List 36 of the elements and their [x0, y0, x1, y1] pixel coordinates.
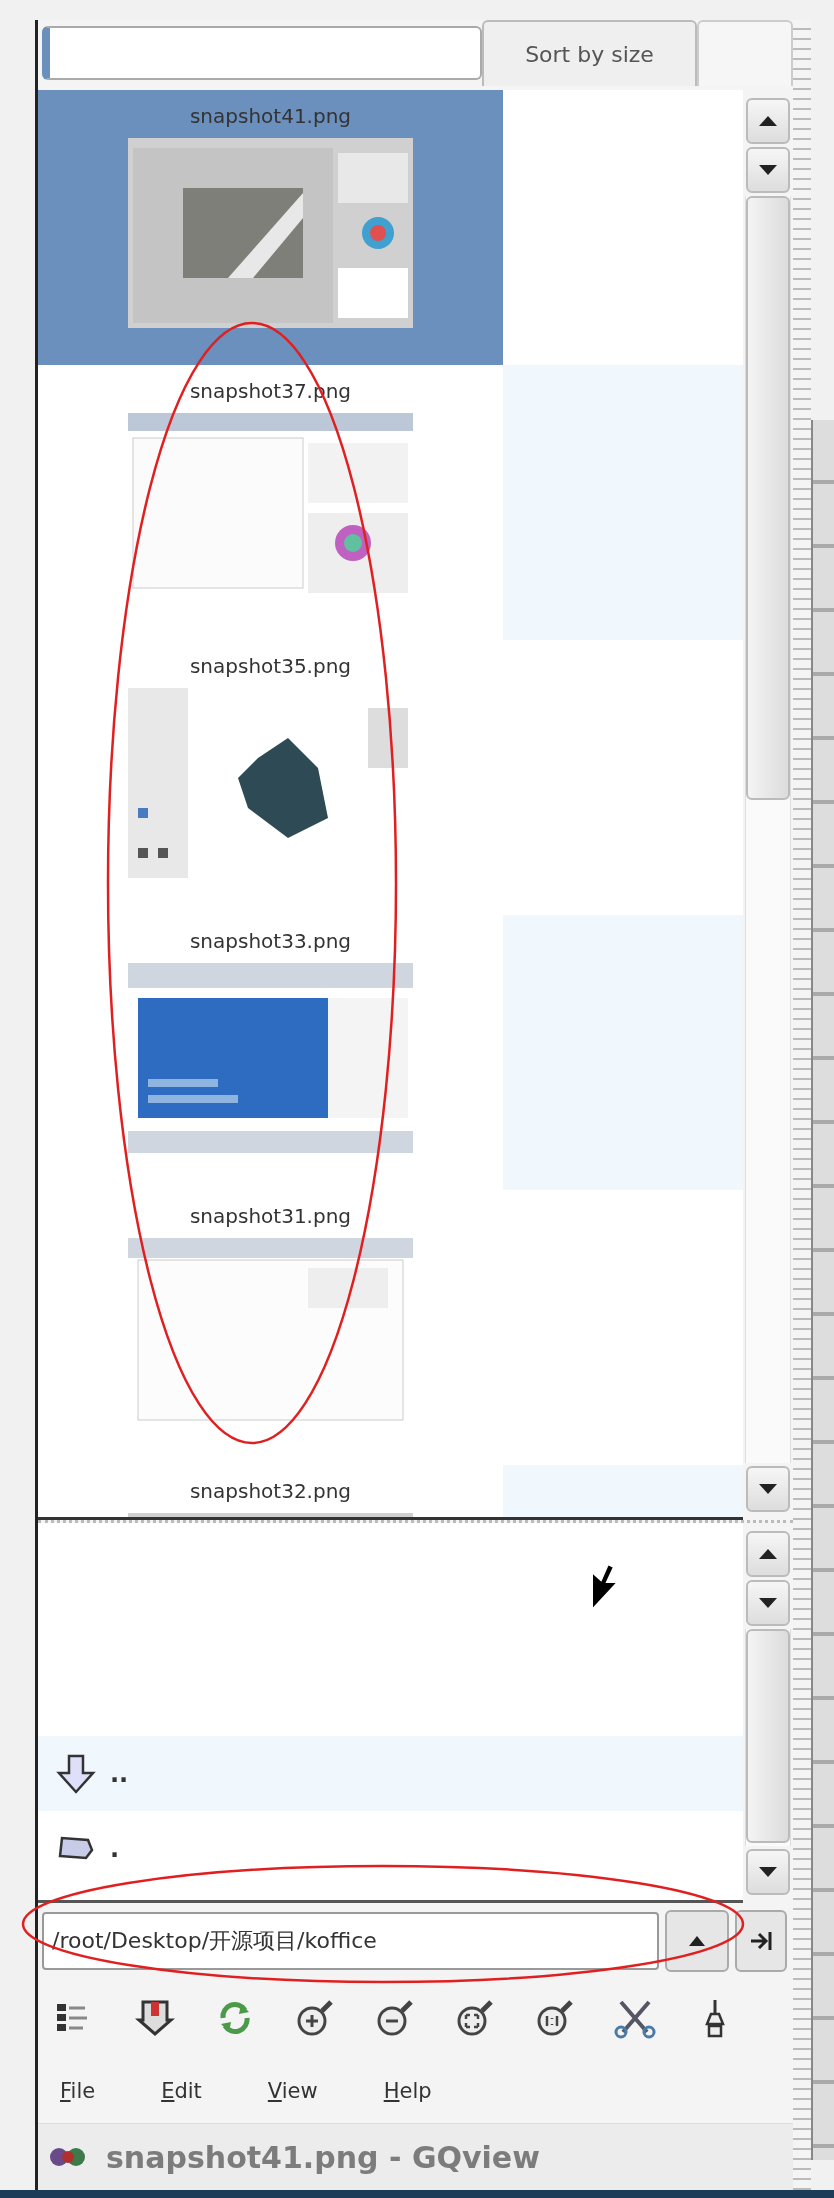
menu-item[interactable]: Help	[379, 2076, 436, 2105]
arrow-down-icon	[759, 1484, 777, 1494]
arrow-up-icon	[759, 116, 777, 126]
scroll-up-button[interactable]	[746, 1531, 790, 1577]
arrow-to-bar-icon	[749, 1929, 773, 1952]
arrow-down-icon	[759, 1598, 777, 1608]
scroll-down-button[interactable]	[746, 1849, 790, 1895]
directory-name: ..	[109, 1759, 130, 1788]
scroll-down-button[interactable]	[746, 147, 790, 193]
caret-icon	[689, 1935, 705, 1946]
directory-row[interactable]: ..	[38, 1736, 743, 1811]
directory-name: .	[109, 1834, 121, 1863]
menu-item[interactable]: View	[263, 2076, 322, 2105]
scrollbar-thumb[interactable]	[746, 196, 790, 800]
thumbnail-label: snapshot31.png	[189, 1204, 352, 1228]
app-icon	[48, 2145, 88, 2169]
complete-button[interactable]	[735, 1909, 787, 1972]
thumbnail-label: snapshot41.png	[189, 104, 352, 128]
arrow-up-icon	[759, 1549, 777, 1559]
window-title: snapshot41.png - GQview	[106, 2139, 540, 2175]
menu-item[interactable]: File	[56, 2076, 100, 2105]
thumbnail-cell[interactable]: snapshot41.png	[38, 90, 503, 365]
thumbnail-label: snapshot35.png	[189, 654, 352, 678]
directory-row[interactable]: .	[38, 1811, 743, 1886]
scroll-down-button[interactable]	[746, 1580, 790, 1626]
scroll-up-button[interactable]	[746, 98, 790, 144]
scroll-down-button[interactable]	[746, 1466, 790, 1512]
thumbnail-label: snapshot32.png	[189, 1479, 352, 1503]
menu-item[interactable]: Edit	[157, 2076, 206, 2105]
dropdown-button[interactable]	[665, 1909, 729, 1972]
thumbnail-label: snapshot33.png	[189, 929, 352, 953]
arrow-down-icon	[56, 1752, 96, 1795]
arrow-down-icon	[759, 165, 777, 175]
path-field[interactable]: /root/Desktop/开源项目/koffice	[42, 1911, 659, 1970]
arrow-down-icon	[759, 1867, 777, 1877]
sort-button[interactable]: Sort by size	[482, 20, 697, 86]
